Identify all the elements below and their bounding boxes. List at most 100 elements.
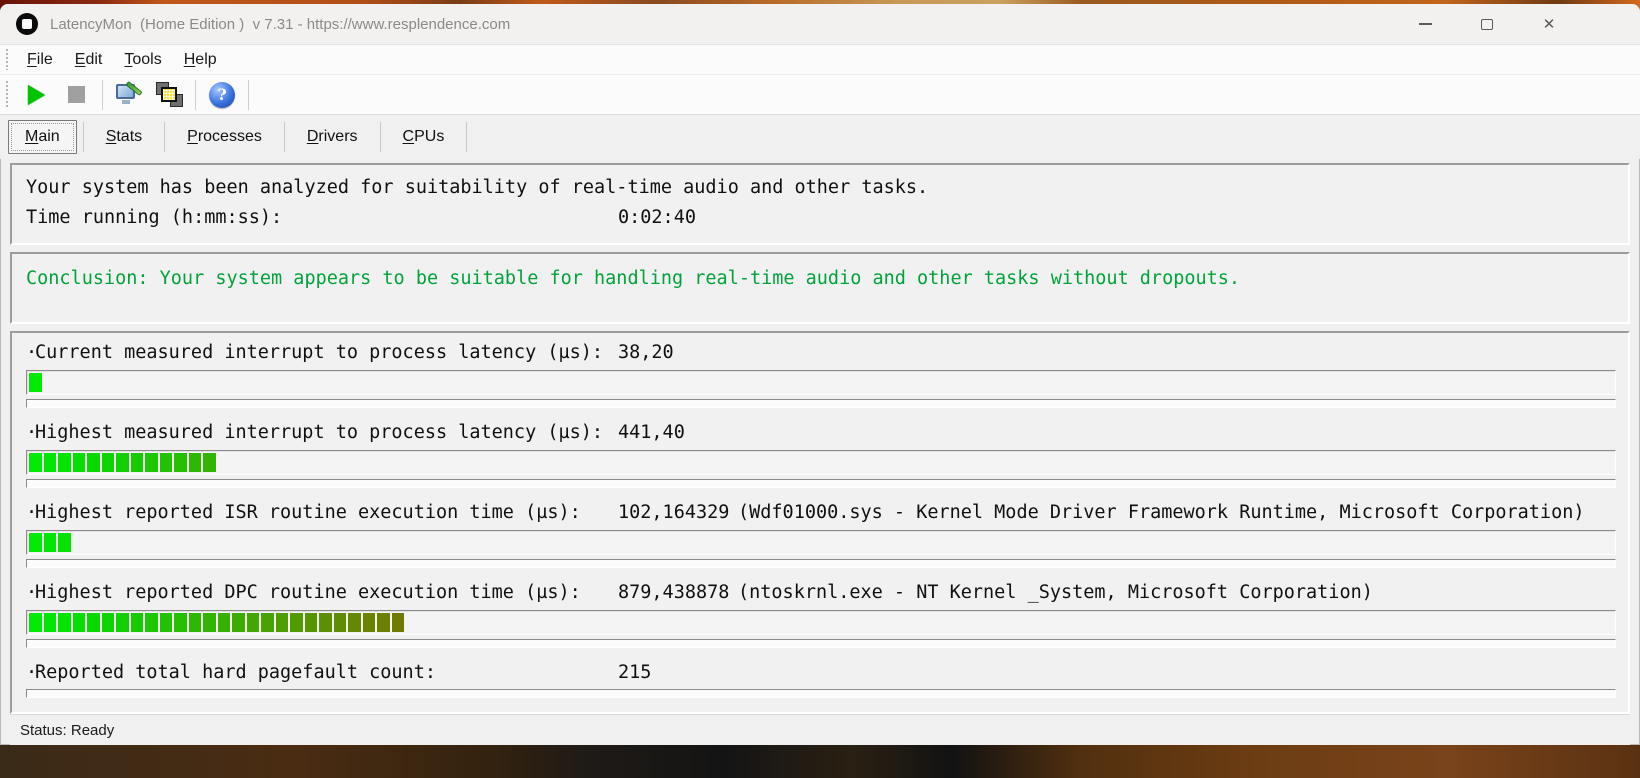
meter-segment — [130, 453, 143, 472]
time-running-label: Time running (h:mm:ss): — [26, 207, 283, 228]
metric-value: 879,438878 — [618, 582, 730, 603]
meter-segment — [174, 613, 187, 632]
metric-value: 102,164329 — [618, 502, 730, 523]
metric-row: ·Highest reported DPC routine execution … — [26, 581, 1616, 648]
meter-segment — [217, 613, 230, 632]
toolbar-separator — [248, 79, 249, 110]
metric-label: ·Current measured interrupt to process l… — [26, 342, 604, 363]
tab-processes[interactable]: Processes — [171, 121, 278, 153]
meter-segment — [43, 613, 56, 632]
bullet-icon: · — [26, 342, 38, 363]
metric-value: 215 — [618, 662, 652, 683]
metric-row: ·Reported total hard pagefault count: 215 — [26, 661, 1616, 698]
meter-segment — [203, 453, 216, 472]
tab-drivers[interactable]: Drivers — [291, 121, 374, 153]
meter-segment — [290, 613, 303, 632]
tab-separator — [82, 121, 84, 152]
metric-label: ·Highest measured interrupt to process l… — [26, 422, 604, 443]
monitor-edit-icon — [116, 80, 143, 107]
meter-segment — [159, 613, 172, 632]
meter-segment — [319, 613, 332, 632]
close-icon: ✕ — [1542, 16, 1556, 33]
window-title: LatencyMon (Home Edition ) v 7.31 - http… — [50, 15, 511, 33]
meter-segment — [43, 453, 56, 472]
meter-segment — [275, 613, 288, 632]
menu-help[interactable]: Help — [173, 47, 228, 73]
menu-file[interactable]: File — [16, 47, 64, 73]
bullet-icon: · — [26, 422, 38, 443]
meter-segment — [304, 613, 317, 632]
meter-segment — [377, 613, 390, 632]
meter-segment — [29, 373, 42, 392]
latency-meter-bar — [26, 610, 1616, 635]
meter-segment — [58, 613, 71, 632]
start-monitoring-button[interactable] — [16, 77, 56, 113]
meter-segment — [145, 613, 158, 632]
tab-bar: Main Stats Processes Drivers CPUs — [0, 114, 1640, 159]
metric-label: ·Highest reported ISR routine execution … — [26, 502, 581, 523]
meter-segment — [29, 453, 42, 472]
app-icon — [16, 13, 38, 35]
tab-main[interactable]: Main — [8, 119, 77, 154]
status-text: Status: Ready — [20, 721, 115, 739]
meter-segment — [246, 613, 259, 632]
menubar-grip[interactable] — [5, 49, 10, 70]
empty-meter-track — [26, 689, 1616, 698]
toolbar-grip[interactable] — [5, 81, 10, 109]
options-button[interactable] — [109, 77, 149, 113]
conclusion-panel: Conclusion: Your system appears to be su… — [10, 252, 1630, 324]
latency-meter-bar — [26, 530, 1616, 555]
meter-segment — [174, 453, 187, 472]
meter-segment — [87, 613, 100, 632]
tab-separator — [379, 121, 381, 152]
meter-segment — [72, 453, 85, 472]
stop-monitoring-button[interactable] — [56, 77, 96, 113]
maximize-button[interactable] — [1456, 4, 1518, 45]
metric-label: ·Highest reported DPC routine execution … — [26, 582, 581, 603]
tab-cpus[interactable]: CPUs — [387, 121, 461, 153]
menu-tools[interactable]: Tools — [113, 47, 172, 73]
meter-segment — [116, 613, 129, 632]
latency-meter-bar — [26, 370, 1616, 395]
metric-detail: (ntoskrnl.exe - NT Kernel _System, Micro… — [738, 582, 1373, 603]
latencymon-window: LatencyMon (Home Edition ) v 7.31 - http… — [0, 4, 1640, 745]
empty-meter-track — [26, 559, 1616, 568]
window-controls: ✕ — [1394, 4, 1580, 45]
tab-stats[interactable]: Stats — [90, 121, 158, 153]
bullet-icon: · — [26, 502, 38, 523]
minimize-button[interactable] — [1394, 4, 1456, 45]
meter-segment — [391, 613, 404, 632]
meter-segment — [333, 613, 346, 632]
stop-icon — [67, 86, 85, 104]
metric-value: 441,40 — [618, 422, 685, 443]
meter-segment — [116, 453, 129, 472]
metric-label: ·Reported total hard pagefault count: — [26, 662, 436, 683]
toolbar-separator — [102, 79, 103, 110]
report-windows-button[interactable] — [149, 77, 189, 113]
meter-segment — [188, 613, 201, 632]
menu-edit[interactable]: Edit — [64, 47, 114, 73]
empty-meter-track — [26, 639, 1616, 648]
time-running-value: 0:02:40 — [618, 207, 696, 228]
meter-segment — [58, 453, 71, 472]
meter-segment — [348, 613, 361, 632]
help-button[interactable]: ? — [202, 77, 242, 113]
analysis-panel: Your system has been analyzed for suitab… — [10, 163, 1630, 245]
meter-segment — [145, 453, 158, 472]
metric-label-row: ·Highest reported DPC routine execution … — [26, 581, 1616, 605]
meter-segment — [159, 453, 172, 472]
meter-segment — [43, 533, 56, 552]
metric-label-row: ·Reported total hard pagefault count: 215 — [26, 661, 1616, 685]
meter-segment — [203, 613, 216, 632]
meter-segment — [58, 533, 71, 552]
close-button[interactable]: ✕ — [1518, 4, 1580, 45]
empty-meter-track — [26, 399, 1616, 408]
desktop-wallpaper-bottom — [0, 745, 1640, 778]
metric-label-row: ·Highest measured interrupt to process l… — [26, 421, 1616, 445]
meter-segment — [101, 613, 114, 632]
maximize-icon — [1481, 18, 1493, 30]
title-bar: LatencyMon (Home Edition ) v 7.31 - http… — [0, 4, 1640, 45]
main-content: Your system has been analyzed for suitab… — [0, 159, 1640, 745]
tab-separator — [466, 121, 468, 152]
play-icon — [27, 84, 45, 105]
